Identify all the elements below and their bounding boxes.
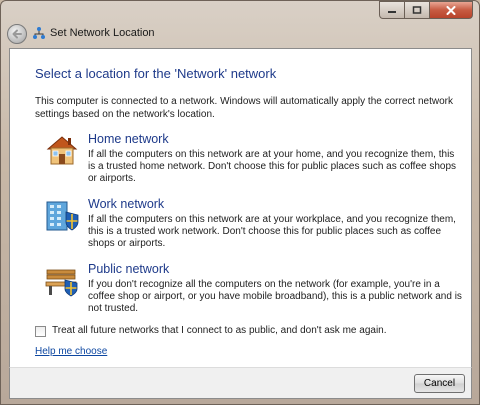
home-network-option[interactable]: Home network If all the computers on thi…: [44, 132, 464, 184]
title-bar[interactable]: Set Network Location: [1, 1, 479, 47]
close-button[interactable]: [430, 1, 473, 19]
work-network-option[interactable]: Work network If all the computers on thi…: [44, 197, 464, 249]
maximize-button[interactable]: [405, 1, 430, 19]
minimize-icon: [388, 11, 396, 13]
treat-as-public-label[interactable]: Treat all future networks that I connect…: [52, 325, 387, 336]
dialog-window: Set Network Location Select a location f…: [0, 0, 480, 405]
dialog-footer: Cancel: [9, 367, 472, 399]
public-network-title: Public network: [88, 262, 170, 276]
office-building-icon: [46, 201, 79, 231]
window-title: Set Network Location: [50, 27, 155, 39]
maximize-icon: [412, 6, 422, 14]
public-network-option[interactable]: Public network If you don't recognize al…: [44, 262, 464, 314]
work-network-description: If all the computers on this network are…: [88, 214, 456, 249]
page-title: Select a location for the 'Network' netw…: [35, 66, 277, 81]
minimize-button[interactable]: [379, 1, 405, 19]
home-network-description: If all the computers on this network are…: [88, 149, 457, 184]
dialog-content: Select a location for the 'Network' netw…: [9, 48, 472, 368]
window-controls: [379, 1, 473, 19]
home-icon: [46, 136, 78, 165]
back-arrow-icon: [12, 29, 22, 39]
close-icon: [446, 5, 456, 15]
work-network-title: Work network: [88, 197, 165, 211]
intro-text: This computer is connected to a network.…: [35, 96, 453, 120]
back-button[interactable]: [7, 24, 27, 44]
park-bench-icon: [45, 269, 78, 297]
home-network-title: Home network: [88, 132, 169, 146]
public-network-description: If you don't recognize all the computers…: [88, 279, 462, 314]
help-me-choose-link[interactable]: Help me choose: [35, 346, 107, 357]
cancel-button[interactable]: Cancel: [414, 374, 465, 393]
network-icon: [33, 27, 45, 39]
treat-as-public-checkbox[interactable]: [35, 326, 46, 337]
